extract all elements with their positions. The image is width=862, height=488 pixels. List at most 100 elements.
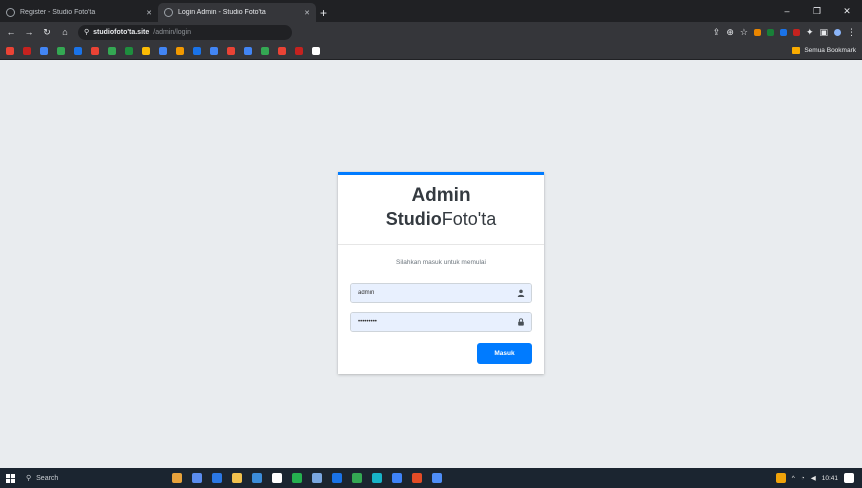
home-icon[interactable]: ⌂ xyxy=(60,27,70,37)
chrome-icon[interactable] xyxy=(352,473,362,483)
share-icon[interactable]: ⇪ xyxy=(713,27,721,38)
taskbar-apps xyxy=(172,473,442,483)
login-card-header: Admin StudioFoto'ta xyxy=(338,175,544,245)
vscode-icon[interactable] xyxy=(332,473,342,483)
login-title: Admin xyxy=(411,185,471,206)
extensions-puzzle-icon[interactable]: ✦ xyxy=(806,27,814,38)
password-group xyxy=(350,312,532,332)
task-view-icon[interactable] xyxy=(192,473,202,483)
bookmark-icon[interactable] xyxy=(210,46,218,55)
bookmark-icon[interactable] xyxy=(295,46,303,55)
bookmark-icon[interactable] xyxy=(244,46,252,55)
folder-icon xyxy=(792,47,801,54)
bookmark-icon[interactable] xyxy=(278,46,286,55)
all-bookmarks[interactable]: Semua Bookmark xyxy=(792,47,856,54)
address-bar[interactable]: ⚲ studiofoto'ta.site /admin/login xyxy=(78,24,292,40)
tab-favicon-icon xyxy=(6,8,15,17)
bookmark-icon[interactable] xyxy=(6,46,14,55)
username-group xyxy=(350,283,532,303)
extension-icon[interactable] xyxy=(753,28,761,36)
url-host: studiofoto'ta.site xyxy=(93,28,150,36)
tab-favicon-icon xyxy=(164,8,173,17)
brand-name[interactable]: StudioFoto'ta xyxy=(338,207,544,231)
search-icon: ⚲ xyxy=(26,475,32,482)
all-bookmarks-label: Semua Bookmark xyxy=(804,47,856,54)
site-info-icon[interactable]: ⚲ xyxy=(84,28,89,36)
weather-widget-icon[interactable] xyxy=(172,473,182,483)
username-input[interactable] xyxy=(351,284,509,302)
page-viewport: Admin StudioFoto'ta Silahkan masuk untuk… xyxy=(0,60,862,468)
whatsapp-icon[interactable] xyxy=(292,473,302,483)
url-path: /admin/login xyxy=(153,28,191,36)
bookmark-icon[interactable] xyxy=(142,46,150,55)
app-icon[interactable] xyxy=(412,473,422,483)
zoom-icon[interactable]: ⊕ xyxy=(726,27,734,38)
password-input[interactable] xyxy=(351,313,509,331)
app-icon[interactable] xyxy=(392,473,402,483)
clock[interactable]: 10:41 xyxy=(822,475,838,482)
bookmark-icon[interactable] xyxy=(159,46,167,55)
brand-bold: Studio xyxy=(385,209,442,229)
bookmark-star-icon[interactable]: ☆ xyxy=(740,27,748,38)
tab-register[interactable]: Register - Studio Foto'ta ✕ xyxy=(0,3,158,22)
submit-button[interactable]: Masuk xyxy=(477,343,532,364)
bookmark-icon[interactable] xyxy=(193,46,201,55)
user-icon xyxy=(509,284,531,302)
window-controls: – ❐ ✕ xyxy=(772,0,862,22)
notification-app-icon[interactable] xyxy=(775,473,786,483)
bookmark-icon[interactable] xyxy=(312,46,320,55)
file-explorer-icon[interactable] xyxy=(232,473,242,483)
chevron-up-icon[interactable]: ^ xyxy=(792,475,795,482)
bookmark-icon[interactable] xyxy=(227,46,235,55)
tab-title: Login Admin - Studio Foto'ta xyxy=(178,9,266,16)
bookmark-icon[interactable] xyxy=(57,46,65,55)
app-icon[interactable] xyxy=(432,473,442,483)
profile-avatar[interactable] xyxy=(834,28,841,36)
taskbar-search[interactable]: ⚲ Search xyxy=(20,468,130,488)
bookmark-icon[interactable] xyxy=(125,46,133,55)
minimize-button[interactable]: – xyxy=(772,0,802,22)
back-icon[interactable]: ← xyxy=(6,27,16,37)
lock-icon xyxy=(509,313,531,331)
taskbar-search-label: Search xyxy=(36,474,59,482)
system-tray: ^ ◔ ◀ 10:41 xyxy=(775,473,862,483)
volume-icon[interactable]: ◀ xyxy=(811,474,816,482)
close-tab-icon[interactable]: ✕ xyxy=(304,9,310,17)
store-icon[interactable] xyxy=(252,473,262,483)
windows-start-icon[interactable] xyxy=(0,473,20,483)
bookmark-icon[interactable] xyxy=(40,46,48,55)
login-message: Silahkan masuk untuk memulai xyxy=(396,259,486,266)
sidepanel-icon[interactable]: ▣ xyxy=(819,27,828,38)
notifications-icon[interactable] xyxy=(844,473,854,483)
tab-title: Register - Studio Foto'ta xyxy=(20,9,96,16)
os-taskbar: ⚲ Search ^ ◔ ◀ 10:41 xyxy=(0,468,862,488)
edge-icon[interactable] xyxy=(212,473,222,483)
maximize-button[interactable]: ❐ xyxy=(802,0,832,22)
bookmark-icon[interactable] xyxy=(108,46,116,55)
app-icon[interactable] xyxy=(372,473,382,483)
bookmark-icon[interactable] xyxy=(176,46,184,55)
bookmark-icon[interactable] xyxy=(23,46,31,55)
bookmarks-bar: Semua Bookmark xyxy=(0,42,862,60)
menu-kebab-icon[interactable]: ⋮ xyxy=(847,27,856,38)
bookmark-icon[interactable] xyxy=(74,46,82,55)
browser-toolbar: ← → ↻ ⌂ ⚲ studiofoto'ta.site /admin/logi… xyxy=(0,22,862,42)
brand-light: Foto'ta xyxy=(441,209,497,229)
login-card: Admin StudioFoto'ta Silahkan masuk untuk… xyxy=(338,172,544,374)
bookmark-icon[interactable] xyxy=(261,46,269,55)
forward-icon[interactable]: → xyxy=(24,27,34,37)
app-icon[interactable] xyxy=(272,473,282,483)
browser-tab-strip: Register - Studio Foto'ta ✕ Login Admin … xyxy=(0,0,862,22)
close-window-button[interactable]: ✕ xyxy=(832,0,862,22)
app-icon[interactable] xyxy=(312,473,322,483)
bookmark-icon[interactable] xyxy=(91,46,99,55)
extension-icon[interactable] xyxy=(792,28,800,36)
toolbar-actions: ⇪ ⊕ ☆ ✦ ▣ ⋮ xyxy=(713,27,856,38)
new-tab-button[interactable]: + xyxy=(316,6,333,22)
reload-icon[interactable]: ↻ xyxy=(42,27,52,38)
close-tab-icon[interactable]: ✕ xyxy=(146,9,152,17)
extension-icon[interactable] xyxy=(779,28,787,36)
wifi-icon[interactable]: ◔ xyxy=(801,475,805,482)
extension-icon[interactable] xyxy=(766,28,774,36)
tab-login-admin[interactable]: Login Admin - Studio Foto'ta ✕ xyxy=(158,3,316,22)
